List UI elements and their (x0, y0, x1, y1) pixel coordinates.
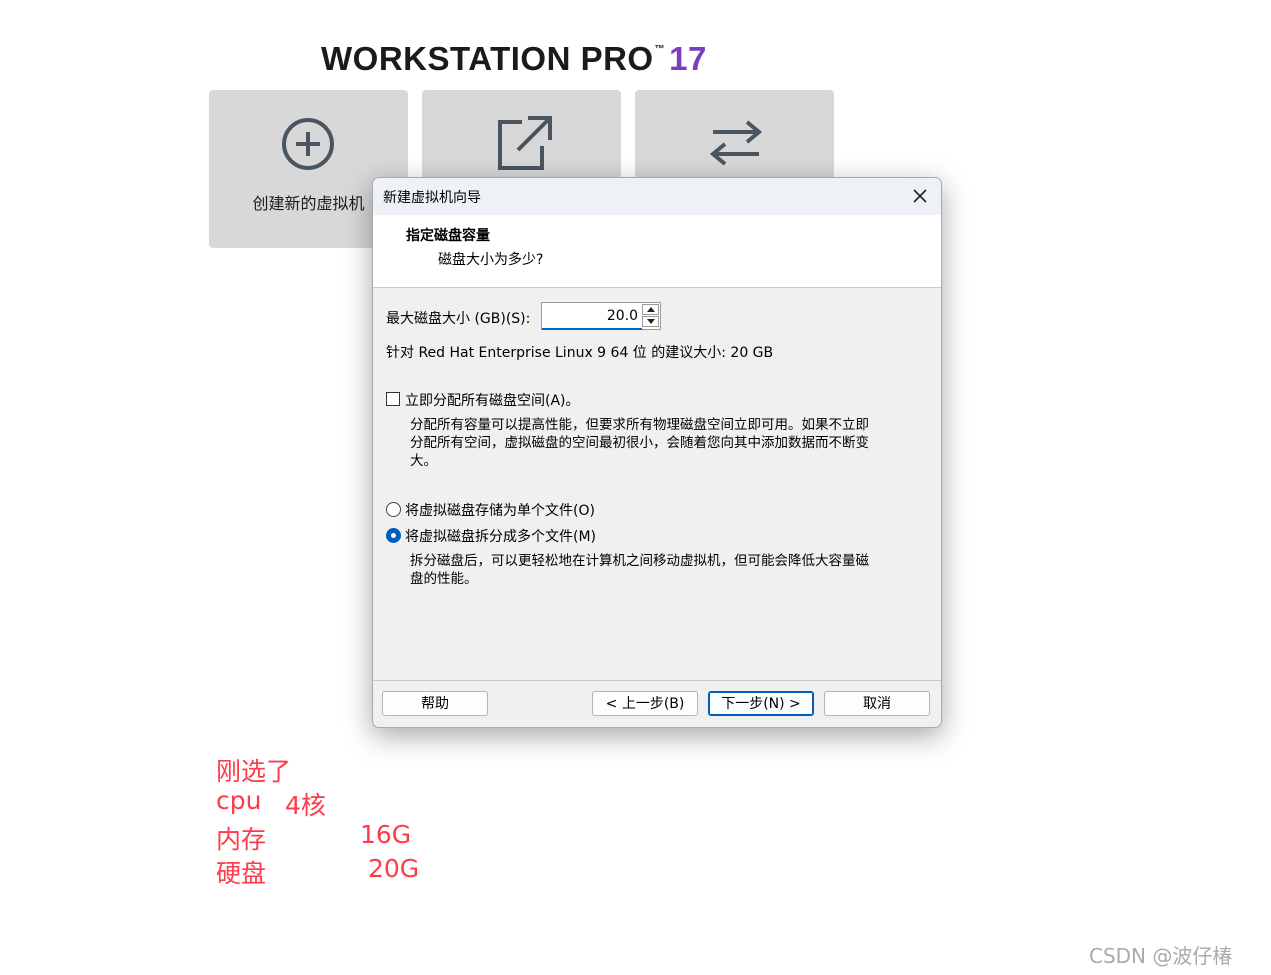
split-desc-line: 盘的性能。 (410, 571, 478, 587)
annotation-memory-value: 16G (360, 820, 412, 849)
dialog-titlebar[interactable]: 新建虚拟机向导 (373, 178, 941, 215)
annotation-disk-label: 硬盘 (216, 859, 267, 888)
split-files-label[interactable]: 将虚拟磁盘拆分成多个文件(M) (405, 526, 596, 546)
annotation-memory-label: 内存 (216, 825, 267, 854)
product-version: 17 (669, 40, 707, 77)
max-disk-size-label: 最大磁盘大小 (GB)(S): (386, 311, 531, 327)
annotation-line: 刚选了 (216, 757, 292, 786)
allocate-all-label[interactable]: 立即分配所有磁盘空间(A)。 (405, 390, 580, 410)
single-file-radio[interactable] (386, 502, 401, 517)
annotation-cpu-value: 4核 (285, 791, 326, 820)
close-icon[interactable] (911, 187, 929, 205)
max-disk-size-value[interactable]: 20.0 (607, 308, 638, 324)
allocate-desc-line: 分配所有空间，虚拟磁盘的空间最初很小，会随着您向其中添加数据而不断变 (410, 435, 869, 451)
split-desc-line: 拆分磁盘后，可以更轻松地在计算机之间移动虚拟机，但可能会降低大容量磁 (410, 553, 869, 569)
caret-up-icon (647, 307, 655, 312)
recommended-size-text: 针对 Red Hat Enterprise Linux 9 64 位 的建议大小… (386, 345, 774, 361)
input-focus-underline (542, 328, 642, 330)
spin-up-button[interactable] (642, 304, 659, 315)
plus-circle-icon (282, 118, 334, 170)
max-disk-size-spinbox[interactable]: 20.0 (541, 302, 661, 330)
product-name: WORKSTATION PRO (321, 40, 654, 77)
new-vm-wizard-dialog: 新建虚拟机向导 指定磁盘容量 磁盘大小为多少? 最大磁盘大小 (GB)(S): … (372, 177, 942, 728)
open-external-icon (498, 116, 552, 170)
allocate-desc-line: 分配所有容量可以提高性能，但要求所有物理磁盘空间立即可用。如果不立即 (410, 417, 869, 433)
trademark-symbol: ™ (654, 44, 666, 55)
cancel-button[interactable]: 取消 (824, 691, 930, 716)
annotation-disk-value: 20G (368, 854, 420, 883)
wizard-step-title: 指定磁盘容量 (406, 228, 490, 244)
csdn-watermark: CSDN @波仔椿 (1089, 944, 1233, 968)
back-button[interactable]: < 上一步(B) (592, 691, 698, 716)
allocate-desc-line: 大。 (410, 453, 437, 469)
footer-divider (373, 680, 941, 681)
caret-down-icon (647, 319, 655, 324)
annotation-cpu-label: cpu (216, 786, 262, 815)
transfer-arrows-icon (709, 120, 763, 166)
spin-arrows (642, 304, 659, 328)
single-file-label[interactable]: 将虚拟磁盘存储为单个文件(O) (405, 500, 595, 520)
split-files-description: 拆分磁盘后，可以更轻松地在计算机之间移动虚拟机，但可能会降低大容量磁 盘的性能。 (410, 552, 930, 588)
product-logo: WORKSTATION PRO™ 17 (321, 30, 707, 79)
spin-down-button[interactable] (642, 316, 659, 327)
allocate-all-description: 分配所有容量可以提高性能，但要求所有物理磁盘空间立即可用。如果不立即 分配所有空… (410, 416, 930, 470)
wizard-step-subtitle: 磁盘大小为多少? (438, 252, 544, 268)
help-button[interactable]: 帮助 (382, 691, 488, 716)
split-files-radio[interactable] (386, 528, 401, 543)
next-button[interactable]: 下一步(N) > (708, 691, 814, 716)
allocate-all-checkbox[interactable] (386, 392, 400, 406)
wizard-header: 指定磁盘容量 磁盘大小为多少? (373, 215, 941, 288)
dialog-title: 新建虚拟机向导 (383, 190, 481, 206)
